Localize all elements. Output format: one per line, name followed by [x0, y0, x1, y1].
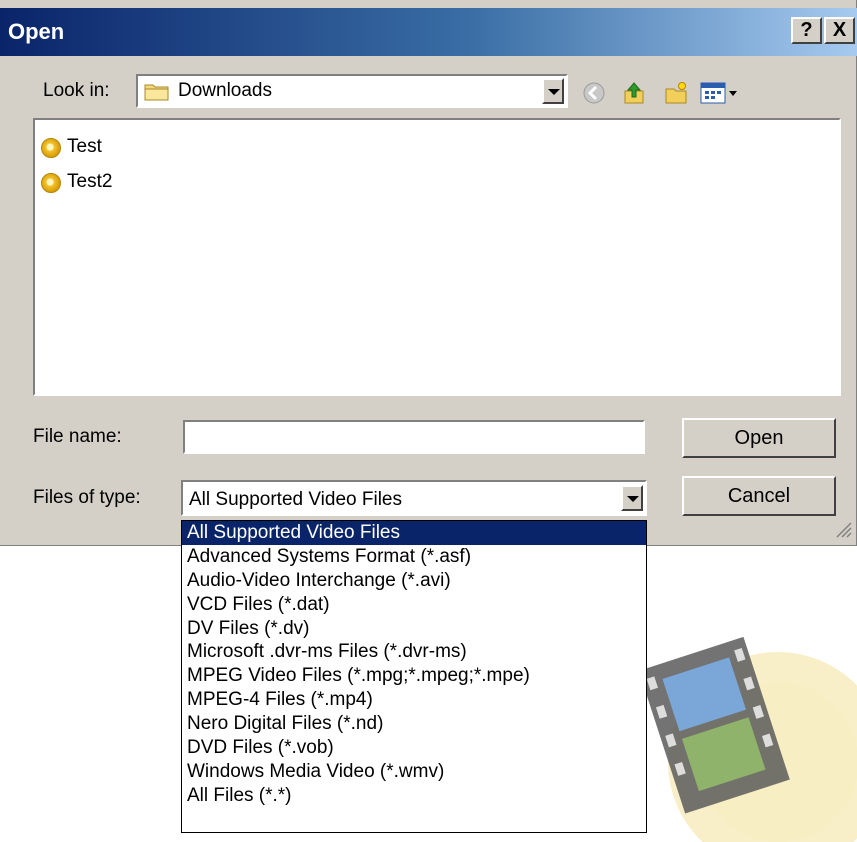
files-of-type-value: All Supported Video Files — [189, 489, 402, 510]
media-file-icon — [41, 138, 61, 158]
file-name: Test2 — [67, 171, 113, 192]
option-item[interactable]: Nero Digital Files (*.nd) — [182, 712, 646, 736]
look-in-dropdown-button[interactable] — [542, 78, 564, 104]
option-item[interactable]: DVD Files (*.vob) — [182, 736, 646, 760]
file-list[interactable]: Test Test2 — [33, 118, 841, 396]
title-bar[interactable]: Open ? X — [0, 8, 857, 56]
view-menu-icon[interactable] — [700, 81, 740, 105]
file-name: Test — [67, 136, 102, 157]
cancel-button[interactable]: Cancel — [682, 476, 836, 516]
resize-grip-icon[interactable] — [832, 518, 852, 538]
files-of-type-options[interactable]: All Supported Video Files Advanced Syste… — [181, 520, 647, 833]
folder-icon — [144, 84, 169, 101]
option-item[interactable]: VCD Files (*.dat) — [182, 593, 646, 617]
files-of-type-select[interactable]: All Supported Video Files — [181, 480, 647, 516]
option-item[interactable]: Advanced Systems Format (*.asf) — [182, 545, 646, 569]
look-in-combo[interactable]: Downloads — [136, 74, 568, 108]
files-of-type-label: Files of type: — [33, 487, 141, 508]
option-item[interactable]: All Files (*.*) — [182, 784, 646, 808]
look-in-value: Downloads — [178, 80, 272, 101]
dialog-title: Open — [8, 19, 65, 44]
option-item[interactable]: Windows Media Video (*.wmv) — [182, 760, 646, 784]
up-folder-icon[interactable] — [622, 81, 646, 105]
help-button[interactable]: ? — [791, 17, 822, 44]
back-icon[interactable] — [582, 81, 606, 105]
option-item[interactable]: MPEG Video Files (*.mpg;*.mpeg;*.mpe) — [182, 664, 646, 688]
new-folder-icon[interactable] — [664, 81, 688, 105]
option-item[interactable]: MPEG-4 Files (*.mp4) — [182, 688, 646, 712]
option-item[interactable]: DV Files (*.dv) — [182, 617, 646, 641]
open-dialog: Open ? X Look in: Downloads Test Test2 F… — [0, 0, 857, 546]
file-name-input[interactable] — [183, 420, 645, 454]
option-item[interactable]: Audio-Video Interchange (*.avi) — [182, 569, 646, 593]
look-in-label: Look in: — [43, 80, 110, 101]
files-of-type-dropdown-button[interactable] — [621, 485, 643, 511]
close-button[interactable]: X — [824, 17, 855, 44]
option-item[interactable]: All Supported Video Files — [182, 521, 646, 545]
option-item[interactable]: Microsoft .dvr-ms Files (*.dvr-ms) — [182, 640, 646, 664]
open-button[interactable]: Open — [682, 418, 836, 458]
video-disc-icon — [638, 636, 857, 842]
file-name-label: File name: — [33, 426, 122, 447]
media-file-icon — [41, 173, 61, 193]
